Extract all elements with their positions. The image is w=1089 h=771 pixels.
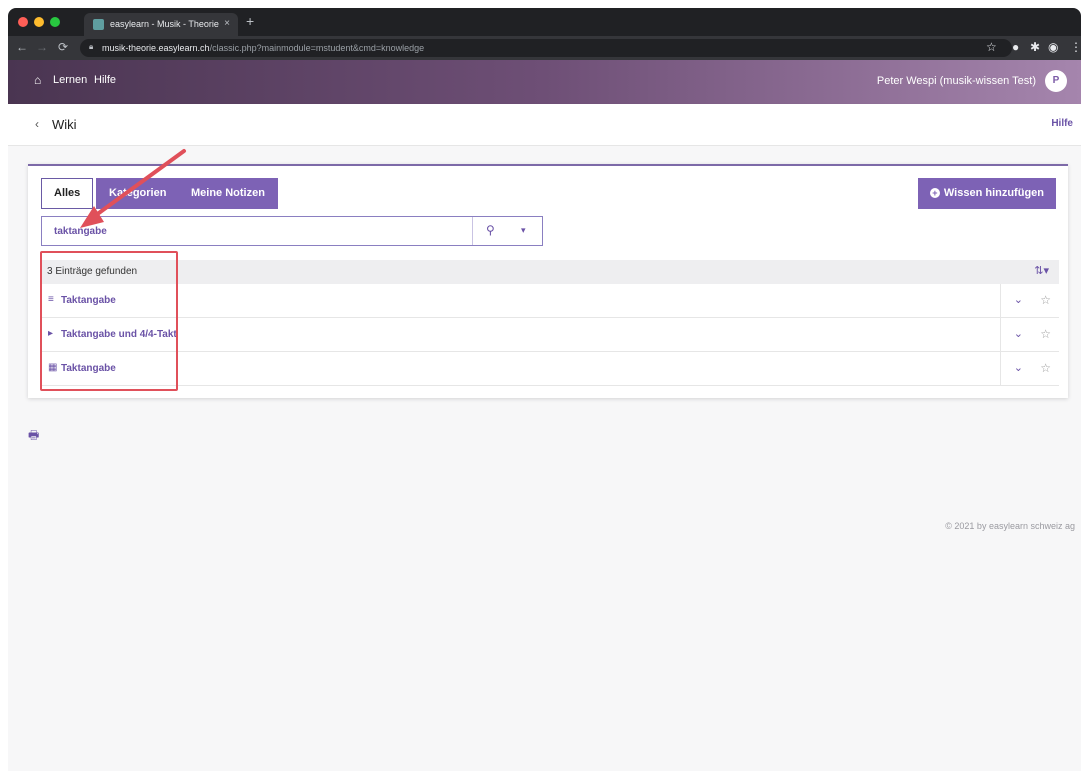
tab-meine-notizen[interactable]: Meine Notizen [178, 178, 278, 209]
reload-icon[interactable]: ⟳ [58, 40, 68, 54]
print-icon[interactable]: 🖶 [28, 426, 39, 447]
wiki-card: Alles Kategorien Meine Notizen + Wissen h… [28, 164, 1068, 398]
list-item[interactable]: ▦ Taktangabe ⌄ ☆ [41, 352, 1059, 386]
list-item[interactable]: ≡ Taktangabe ⌄ ☆ [41, 284, 1059, 318]
title-bar: easylearn - Musik - Theorie × + [8, 8, 1081, 36]
url-path: /classic.php?mainmodule=mstudent&cmd=kno… [209, 43, 425, 53]
search-divider [472, 217, 473, 245]
profile-icon[interactable]: ◉ [1048, 40, 1058, 54]
help-link[interactable]: Hilfe [1051, 118, 1073, 129]
browser-window: easylearn - Musik - Theorie × + ← → ⟳ 🔒︎… [8, 8, 1081, 771]
new-tab-button[interactable]: + [246, 13, 254, 29]
results-header: 3 Einträge gefunden ⇅▾ [41, 260, 1059, 284]
extension-icon[interactable]: ● [1012, 40, 1019, 54]
tab-title: easylearn - Musik - Theorie [110, 19, 219, 29]
close-window-button[interactable] [18, 17, 28, 27]
chevron-down-icon[interactable]: ▾ [521, 225, 526, 236]
user-name[interactable]: Peter Wespi (musik-wissen Test) [877, 75, 1036, 87]
url-host: musik-theorie.easylearn.ch [102, 43, 210, 53]
search-box: ⚲ ▾ [41, 216, 543, 246]
app-header: ⌂ Lernen Hilfe Peter Wespi (musik-wissen… [8, 60, 1081, 104]
add-knowledge-button[interactable]: + Wissen hinzufügen [917, 178, 1056, 209]
maximize-window-button[interactable] [50, 17, 60, 27]
lock-icon: 🔒︎ [89, 42, 94, 51]
menu-kebab-icon[interactable]: ⋮ [1070, 40, 1081, 54]
minimize-window-button[interactable] [34, 17, 44, 27]
avatar[interactable]: P [1045, 70, 1067, 92]
page-header: ‹ Wiki Hilfe [8, 104, 1081, 146]
add-knowledge-label: Wissen hinzufügen [943, 187, 1044, 199]
puzzle-icon[interactable]: ✱ [1030, 40, 1040, 54]
search-input[interactable] [42, 217, 472, 245]
back-icon[interactable]: ← [16, 40, 28, 54]
media-icon: ▦ [48, 362, 58, 373]
expand-chevron-icon[interactable]: ⌄ [1014, 327, 1023, 340]
nav-lernen[interactable]: Lernen [53, 74, 87, 86]
star-icon[interactable]: ☆ [1040, 327, 1051, 341]
list-item[interactable]: ▸ Taktangabe und 4/4-Takt ⌄ ☆ [41, 318, 1059, 352]
list-item-label[interactable]: Taktangabe [61, 295, 116, 306]
text-icon: ≡ [48, 294, 54, 305]
row-divider [1000, 352, 1001, 386]
favicon-icon [93, 19, 104, 30]
tab-kategorien[interactable]: Kategorien [96, 178, 180, 209]
star-icon[interactable]: ☆ [1040, 361, 1051, 375]
main-content: Alles Kategorien Meine Notizen + Wissen h… [8, 146, 1081, 771]
plus-icon: + [929, 188, 940, 198]
list-item-label[interactable]: Taktangabe [61, 363, 116, 374]
expand-chevron-icon[interactable]: ⌄ [1014, 361, 1023, 374]
nav-hilfe[interactable]: Hilfe [94, 74, 116, 86]
forward-icon[interactable]: → [36, 40, 48, 54]
play-icon: ▸ [48, 328, 54, 339]
star-icon[interactable]: ☆ [1040, 293, 1051, 307]
list-item-label[interactable]: Taktangabe und 4/4-Takt [61, 329, 177, 340]
page-title: Wiki [52, 117, 77, 132]
back-chevron-icon[interactable]: ‹ [35, 117, 39, 131]
row-divider [1000, 318, 1001, 352]
tab-close-icon[interactable]: × [224, 18, 230, 29]
bookmark-star-icon[interactable]: ☆ [986, 40, 997, 54]
home-icon[interactable]: ⌂ [34, 73, 41, 87]
expand-chevron-icon[interactable]: ⌄ [1014, 293, 1023, 306]
address-bar: ← → ⟳ 🔒︎ musik-theorie.easylearn.ch/clas… [8, 36, 1081, 60]
row-divider [1000, 284, 1001, 318]
url-field[interactable]: 🔒︎ musik-theorie.easylearn.ch/classic.ph… [80, 39, 1012, 57]
search-icon[interactable]: ⚲ [486, 223, 495, 237]
browser-tab[interactable]: easylearn - Musik - Theorie × [84, 13, 238, 36]
sort-icon[interactable]: ⇅▾ [1034, 264, 1049, 277]
tab-alles[interactable]: Alles [41, 178, 94, 209]
footer-copyright: © 2021 by easylearn schweiz ag [945, 521, 1075, 531]
results-count: 3 Einträge gefunden [47, 266, 138, 277]
